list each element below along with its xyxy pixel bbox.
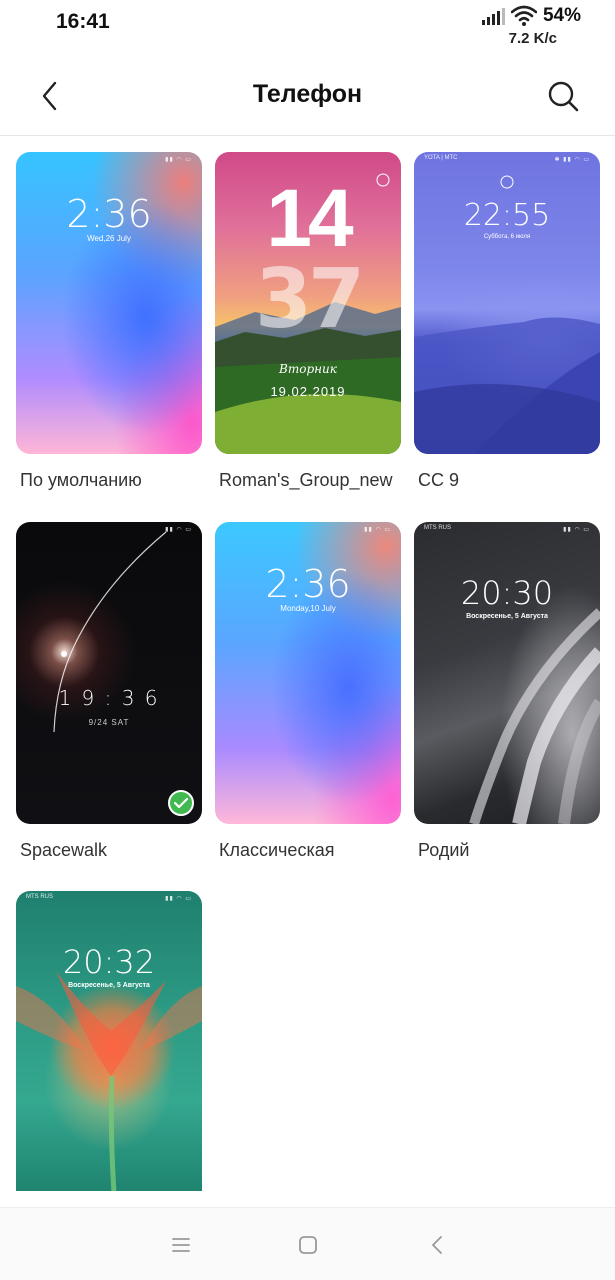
search-icon — [548, 81, 579, 112]
tulip-illustration — [16, 971, 202, 1191]
search-button[interactable] — [541, 74, 585, 118]
preview-date: 9/24 SAT — [88, 718, 130, 727]
theme-preview: MTS RUS ▮▮ ◠ ▭ 20:30 Воскресенье, 5 Авгу… — [414, 522, 600, 824]
planet-arc-illustration — [53, 531, 167, 733]
home-button[interactable] — [291, 1228, 325, 1262]
preview-clock: 20:30 — [460, 574, 554, 612]
preview-date: Воскресенье, 5 Августа — [68, 982, 150, 989]
header: Телефон — [0, 60, 615, 136]
metal-waves-illustration — [469, 608, 600, 824]
battery-percent: 54% — [542, 5, 581, 26]
signal-icon — [481, 7, 505, 25]
theme-preview: ▮▮ ◠ ▭ 2:36 Wed,26 July — [16, 152, 202, 454]
theme-label: Spacewalk — [20, 840, 108, 860]
page-title: Телефон — [252, 80, 363, 108]
preview-status-bar: ▮▮ ◠ ▭ — [364, 527, 391, 533]
applied-check-icon — [168, 790, 194, 816]
preview-clock: 22:55 — [463, 198, 551, 233]
theme-label: CC 9 — [418, 470, 460, 490]
preview-status-bar: ▮▮ ◠ ▭ — [165, 157, 192, 163]
preview-clock: 1 9 : 3 6 — [58, 686, 160, 710]
theme-preview: YOTA | MTC ✱ ▮▮ ◠ ▭ 22:55 Суббота, 6 июл… — [414, 152, 600, 454]
preview-date: 19.02.2019 — [270, 384, 346, 399]
preview-clock: 2:36 — [66, 192, 152, 236]
home-square-icon — [299, 1236, 317, 1254]
theme-preview: ▮▮ ◠ ▭ 2:36 Monday,10 July — [215, 522, 401, 824]
status-time: 16:41 — [56, 10, 110, 33]
preview-date: Воскресенье, 5 Августа — [466, 613, 548, 620]
menu-button[interactable] — [164, 1228, 198, 1262]
theme-preview: 14 37 Вторник 19.02.2019 — [215, 152, 401, 454]
status-bar: 16:41 54% 7.2 K/c — [0, 0, 615, 56]
theme-label: Родий — [418, 840, 470, 860]
back-arrow-icon — [432, 1236, 442, 1254]
wifi-icon — [510, 5, 537, 26]
nav-back-button[interactable] — [420, 1228, 454, 1262]
preview-date: Суббота, 6 июля — [483, 234, 531, 240]
preview-clock-minutes: 37 — [254, 252, 365, 347]
preview-date: Wed,26 July — [87, 234, 131, 243]
preview-clock: 2:36 — [265, 562, 351, 606]
network-speed: 7.2 K/c — [508, 30, 557, 47]
status-icons: 54% — [481, 4, 581, 28]
theme-label: По умолчанию — [20, 470, 142, 490]
system-nav-bar — [0, 1207, 615, 1280]
theme-preview: ▮▮ ◠ ▭ 1 9 : 3 6 9/24 SAT — [16, 522, 202, 824]
theme-label: Roman's_Group_new — [219, 470, 393, 490]
preview-clock: 20:32 — [62, 943, 156, 981]
preview-day: Вторник — [279, 362, 337, 376]
theme-label: Классическая — [219, 840, 335, 860]
preview-date: Monday,10 July — [280, 604, 336, 613]
menu-icon — [172, 1238, 190, 1252]
theme-preview: MTS RUS ▮▮ ◠ ▭ 20:32 Воскресенье, 5 Авгу… — [16, 891, 202, 1191]
